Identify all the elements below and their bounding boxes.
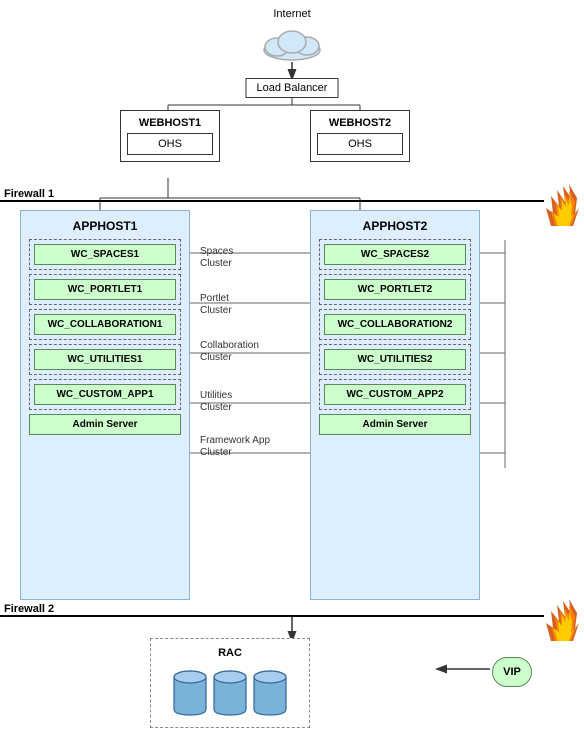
firewall1-flame-icon xyxy=(541,178,579,226)
webhost2-container: WEBHOST2 OHS xyxy=(310,110,410,162)
apphost2-label: APPHOST2 xyxy=(319,219,471,233)
webhost2-label: WEBHOST2 xyxy=(317,117,403,129)
webhost1-container: WEBHOST1 OHS xyxy=(120,110,220,162)
database3-icon xyxy=(252,667,288,719)
apphost1-admin-server: Admin Server xyxy=(29,414,181,435)
frameworkapp-cluster-label: Framework AppCluster xyxy=(200,435,270,459)
apphost1-utilities-cluster: WC_UTILITIES1 xyxy=(29,344,181,375)
database1-icon xyxy=(172,667,208,719)
wc-spaces2-box: WC_SPACES2 xyxy=(324,244,466,265)
apphost2-admin-server: Admin Server xyxy=(319,414,471,435)
wc-spaces1-box: WC_SPACES1 xyxy=(34,244,176,265)
apphost2-container: APPHOST2 WC_SPACES2 WC_PORTLET2 WC_COLLA… xyxy=(310,210,480,600)
load-balancer-box: Load Balancer xyxy=(246,78,339,98)
apphost1-label: APPHOST1 xyxy=(29,219,181,233)
apphost2-customapp-cluster: WC_CUSTOM_APP2 xyxy=(319,379,471,410)
firewall2-label: Firewall 2 xyxy=(4,603,54,615)
wc-collaboration1-box: WC_COLLABORATION1 xyxy=(34,314,176,335)
portlet-cluster-label: PortletCluster xyxy=(200,293,232,317)
apphost1-customapp-cluster: WC_CUSTOM_APP1 xyxy=(29,379,181,410)
firewall2-line xyxy=(0,615,544,617)
database-group xyxy=(159,667,301,719)
spaces-cluster-label: SpacesCluster xyxy=(200,246,233,270)
wc-portlet2-box: WC_PORTLET2 xyxy=(324,279,466,300)
rac-container: RAC xyxy=(150,638,310,728)
wc-portlet1-box: WC_PORTLET1 xyxy=(34,279,176,300)
firewall1-line xyxy=(0,200,544,202)
webhost2-ohs: OHS xyxy=(317,133,403,155)
webhost1-ohs: OHS xyxy=(127,133,213,155)
cloud-icon xyxy=(257,22,327,62)
firewall1-label: Firewall 1 xyxy=(4,188,54,200)
architecture-diagram: Internet Load Balancer WEBHOST1 OHS WEBH… xyxy=(0,0,584,742)
firewall2-flame-icon xyxy=(541,593,579,641)
wc-utilities1-box: WC_UTILITIES1 xyxy=(34,349,176,370)
wc-customapp1-box: WC_CUSTOM_APP1 xyxy=(34,384,176,405)
apphost1-collaboration-cluster: WC_COLLABORATION1 xyxy=(29,309,181,340)
database2-icon xyxy=(212,667,248,719)
apphost1-container: APPHOST1 WC_SPACES1 WC_PORTLET1 WC_COLLA… xyxy=(20,210,190,600)
apphost1-portlet-cluster: WC_PORTLET1 xyxy=(29,274,181,305)
apphost2-portlet-cluster: WC_PORTLET2 xyxy=(319,274,471,305)
rac-label: RAC xyxy=(159,647,301,659)
collaboration-cluster-label: CollaborationCluster xyxy=(200,340,259,364)
apphost2-collaboration-cluster: WC_COLLABORATION2 xyxy=(319,309,471,340)
wc-utilities2-box: WC_UTILITIES2 xyxy=(324,349,466,370)
apphost2-spaces-cluster: WC_SPACES2 xyxy=(319,239,471,270)
wc-collaboration2-box: WC_COLLABORATION2 xyxy=(324,314,466,335)
apphost2-utilities-cluster: WC_UTILITIES2 xyxy=(319,344,471,375)
internet-label: Internet xyxy=(273,8,310,20)
webhost1-label: WEBHOST1 xyxy=(127,117,213,129)
vip-label: VIP xyxy=(492,657,532,687)
apphost1-spaces-cluster: WC_SPACES1 xyxy=(29,239,181,270)
utilities-cluster-label: UtilitiesCluster xyxy=(200,390,232,414)
wc-customapp2-box: WC_CUSTOM_APP2 xyxy=(324,384,466,405)
